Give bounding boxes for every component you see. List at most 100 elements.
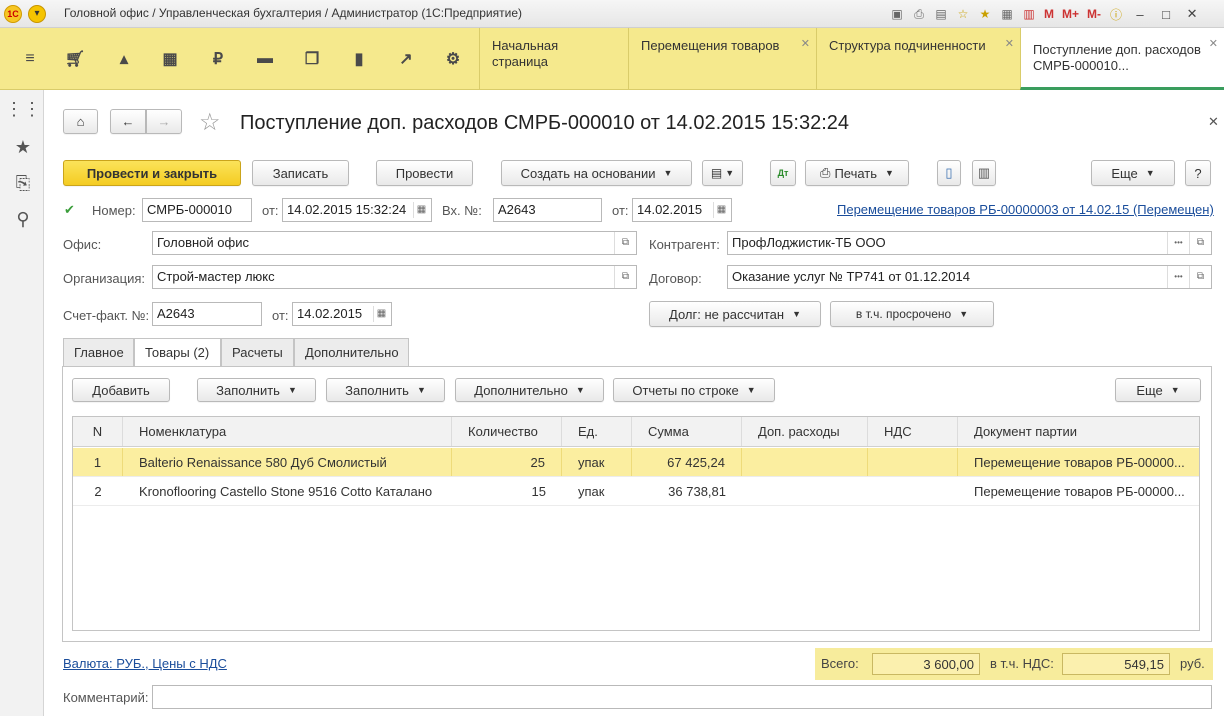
back-button[interactable]: ← xyxy=(110,109,146,134)
save-button[interactable]: Записать xyxy=(252,160,349,186)
add-row-button[interactable]: Добавить xyxy=(72,378,170,402)
calendar-icon[interactable]: ▦ xyxy=(713,202,729,218)
cart-icon[interactable]: 🛒︎ xyxy=(62,46,88,72)
close-window-icon[interactable]: ✕ xyxy=(1181,5,1203,23)
invoice-date-field[interactable]: 14.02.2015 ▦ xyxy=(292,302,392,326)
calendar-icon[interactable]: ▦ xyxy=(413,202,429,218)
more-button[interactable]: Еще ▼ xyxy=(1091,160,1175,186)
memory-plus-button[interactable]: M+ xyxy=(1060,5,1081,23)
gear-icon[interactable]: ⚙ xyxy=(440,46,466,72)
overdue-button[interactable]: в т.ч. просрочено ▼ xyxy=(830,301,994,327)
info-icon[interactable]: ⓘ xyxy=(1107,5,1125,23)
table-row[interactable]: 1 Balterio Renaissance 580 Дуб Смолистый… xyxy=(73,448,1199,477)
table-header: N Номенклатура Количество Ед. Сумма Доп.… xyxy=(73,417,1199,447)
column-header-sum[interactable]: Сумма xyxy=(632,417,742,446)
incoming-number-field[interactable]: A2643 xyxy=(493,198,602,222)
office-field[interactable]: Головной офис ⧉ xyxy=(152,231,637,255)
invoice-field[interactable]: А2643 xyxy=(152,302,262,326)
tab-goods[interactable]: Товары (2) xyxy=(134,338,221,367)
favorites-icon[interactable]: ★ xyxy=(976,5,994,23)
document-icon[interactable]: ▯ xyxy=(937,160,961,186)
comment-field[interactable] xyxy=(152,685,1212,709)
grid-more-button[interactable]: Еще ▼ xyxy=(1115,378,1201,402)
tab-current-document[interactable]: Поступление доп. расходов СМРБ-000010...… xyxy=(1020,28,1224,90)
row-reports-button[interactable]: Отчеты по строке ▼ xyxy=(613,378,775,402)
column-header-extra-costs[interactable]: Доп. расходы xyxy=(742,417,868,446)
column-header-vat[interactable]: НДС xyxy=(868,417,958,446)
chart-icon[interactable]: ▮ xyxy=(346,46,372,72)
column-header-item[interactable]: Номенклатура xyxy=(123,417,452,446)
open-icon[interactable]: ⧉ xyxy=(1189,266,1211,288)
currency-link[interactable]: Валюта: РУБ., Цены с НДС xyxy=(63,656,227,671)
fill-button-1[interactable]: Заполнить ▼ xyxy=(197,378,316,402)
column-header-unit[interactable]: Ед. xyxy=(562,417,632,446)
column-header-n[interactable]: N xyxy=(73,417,123,446)
related-docs-button[interactable]: ▤ ▼ xyxy=(702,160,743,186)
tab-main[interactable]: Главное xyxy=(63,338,134,366)
tab-additional[interactable]: Дополнительно xyxy=(294,338,409,366)
trend-icon[interactable]: ↗ xyxy=(393,46,419,72)
apps-grid-icon[interactable]: ⋮⋮ xyxy=(5,96,41,122)
dropdown-icon[interactable]: ••• xyxy=(1167,266,1189,288)
debt-button[interactable]: Долг: не рассчитан ▼ xyxy=(649,301,821,327)
maximize-icon[interactable]: □ xyxy=(1155,5,1177,23)
preview-icon[interactable]: ▤ xyxy=(932,5,950,23)
window-title: Головной офис / Управленческая бухгалтер… xyxy=(64,6,523,20)
help-button[interactable]: ? xyxy=(1185,160,1211,186)
calculator-icon[interactable]: ▦ xyxy=(998,5,1016,23)
home-button[interactable]: ⌂ xyxy=(63,109,98,134)
open-icon[interactable]: ⧉ xyxy=(614,232,636,254)
date-field[interactable]: 14.02.2015 15:32:24 ▦ xyxy=(282,198,432,222)
tab-label: Перемещения товаров xyxy=(641,38,780,53)
list-icon[interactable]: ▥ xyxy=(972,160,996,186)
close-document-icon[interactable]: ✕ xyxy=(1208,114,1219,130)
menu-icon[interactable]: ≡ xyxy=(17,46,43,72)
open-icon[interactable]: ⧉ xyxy=(614,266,636,288)
forward-button[interactable]: → xyxy=(146,109,182,134)
column-header-quantity[interactable]: Количество xyxy=(452,417,562,446)
open-icon[interactable]: ⧉ xyxy=(1189,232,1211,254)
create-based-on-button[interactable]: Создать на основании ▼ xyxy=(501,160,692,186)
warehouse-icon[interactable]: ▦ xyxy=(157,46,183,72)
contract-field[interactable]: Оказание услуг № ТР741 от 01.12.2014 •••… xyxy=(727,265,1212,289)
post-and-close-button[interactable]: Провести и закрыть xyxy=(63,160,241,186)
print-button[interactable]: ⎙ Печать ▼ xyxy=(805,160,909,186)
close-tab-icon[interactable]: ✕ xyxy=(801,36,810,52)
tab-settlements[interactable]: Расчеты xyxy=(221,338,294,366)
tab-transfers[interactable]: Перемещения товаров ✕ xyxy=(628,28,816,90)
star-icon[interactable]: ★ xyxy=(10,134,36,160)
tab-structure[interactable]: Структура подчиненности ✕ xyxy=(816,28,1020,90)
documents-icon[interactable]: ❐ xyxy=(299,46,325,72)
post-button[interactable]: Провести xyxy=(376,160,473,186)
calendar-icon[interactable]: ▥ xyxy=(1020,5,1038,23)
additional-button[interactable]: Дополнительно ▼ xyxy=(455,378,604,402)
table-row[interactable]: 2 Kronoflooring Castello Stone 9516 Cott… xyxy=(73,477,1199,506)
calendar-icon[interactable]: ▦ xyxy=(373,306,389,322)
related-document-link[interactable]: Перемещение товаров РБ-00000003 от 14.02… xyxy=(837,202,1214,217)
close-tab-icon[interactable]: ✕ xyxy=(1005,36,1014,52)
ruble-icon[interactable]: ₽ xyxy=(205,46,231,72)
number-field[interactable]: СМРБ-000010 xyxy=(142,198,252,222)
minimize-icon[interactable]: – xyxy=(1129,5,1151,23)
bag-icon[interactable]: ▴ xyxy=(111,46,137,72)
dropdown-icon[interactable]: ••• xyxy=(1167,232,1189,254)
column-header-batch-doc[interactable]: Документ партии xyxy=(958,417,1199,446)
print-icon[interactable]: ⎙ xyxy=(910,5,928,23)
dt-kt-icon[interactable]: Дт xyxy=(770,160,796,186)
save-icon[interactable]: ▣ xyxy=(888,5,906,23)
tab-home[interactable]: Начальная страница xyxy=(479,28,628,90)
favorite-star-icon[interactable]: ☆ xyxy=(199,108,221,137)
goods-table[interactable]: N Номенклатура Количество Ед. Сумма Доп.… xyxy=(72,416,1200,631)
memory-button[interactable]: M xyxy=(1042,5,1056,23)
search-icon[interactable]: ⚲ xyxy=(10,206,36,232)
main-menu-button[interactable]: ▾ xyxy=(28,5,46,23)
fill-button-2[interactable]: Заполнить ▼ xyxy=(326,378,445,402)
close-tab-icon[interactable]: ✕ xyxy=(1209,36,1218,52)
memory-minus-button[interactable]: M- xyxy=(1085,5,1103,23)
history-icon[interactable]: ⎘ xyxy=(10,170,36,196)
incoming-date-field[interactable]: 14.02.2015 ▦ xyxy=(632,198,732,222)
favorites-add-icon[interactable]: ☆ xyxy=(954,5,972,23)
organization-field[interactable]: Строй-мастер люкс ⧉ xyxy=(152,265,637,289)
truck-icon[interactable]: ▬ xyxy=(252,46,278,72)
counterparty-field[interactable]: ПрофЛоджистик-ТБ ООО ••• ⧉ xyxy=(727,231,1212,255)
